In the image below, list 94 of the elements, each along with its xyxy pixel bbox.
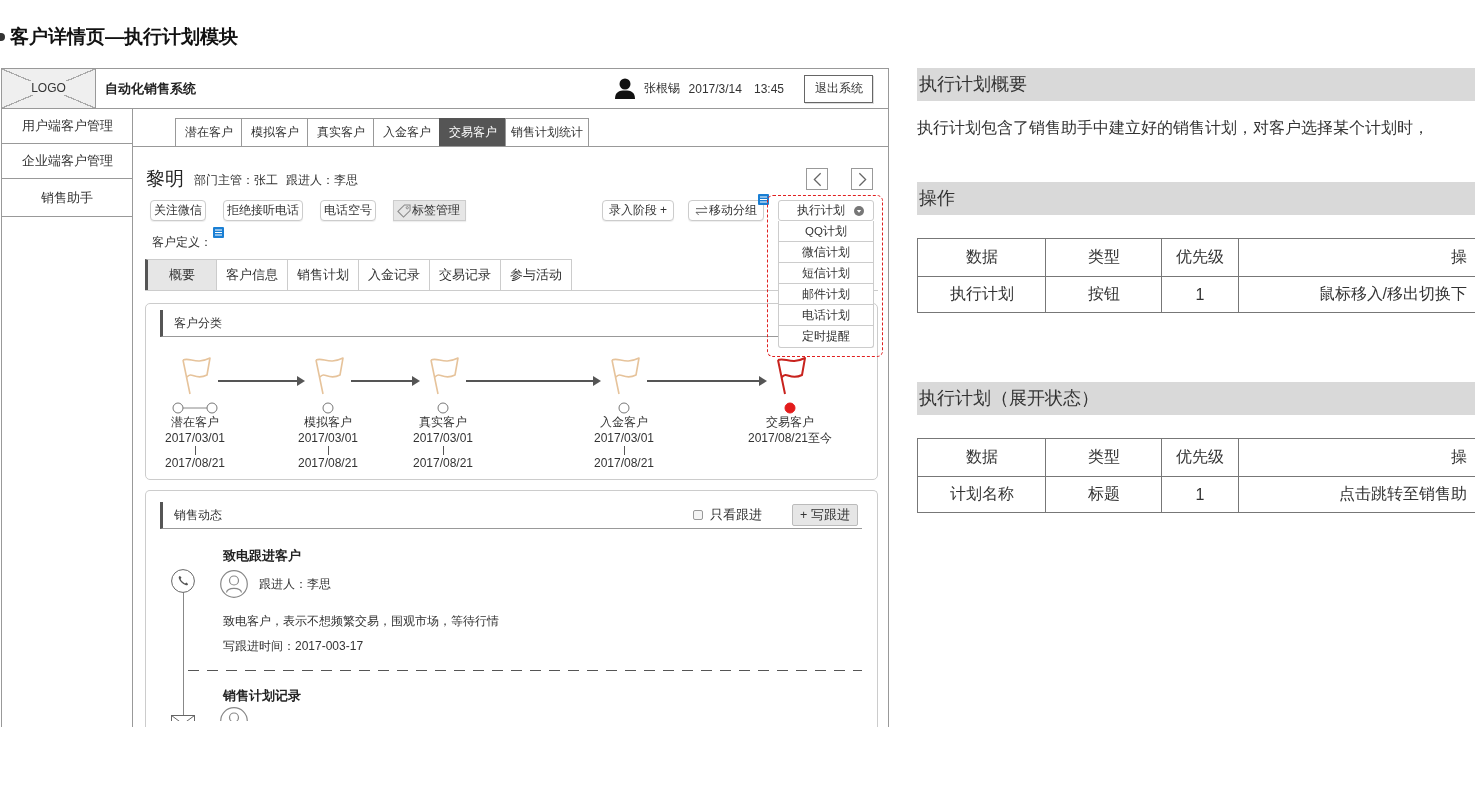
date-text: 2017/3/14 xyxy=(688,81,742,96)
stage-name: 模拟客户 xyxy=(304,414,352,430)
sidebar-item[interactable]: 用户端客户管理 xyxy=(2,109,132,144)
chevron-right-icon xyxy=(857,171,867,187)
action-button[interactable]: 电话空号 xyxy=(320,200,376,221)
stage-date: 2017/08/21 xyxy=(412,455,474,471)
detail-tab[interactable]: 入金记录 xyxy=(359,259,430,290)
logout-button[interactable]: 退出系统 xyxy=(804,74,873,103)
column-header: 数据 xyxy=(917,438,1046,477)
section-heading: 执行计划（展开状态） xyxy=(917,382,1475,415)
detail-tab[interactable]: 参与活动 xyxy=(501,259,572,290)
system-name: 自动化销售系统 xyxy=(105,79,196,98)
table-cell: 1 xyxy=(1161,276,1239,313)
entry-title: 销售计划记录 xyxy=(223,688,302,704)
stage-date: 2017/08/21 xyxy=(164,455,226,471)
entry-note: 致电客户，表示不想频繁交易，围观市场，等待行情 xyxy=(223,613,500,629)
date-connector-line xyxy=(623,446,625,455)
detail-tab[interactable]: 交易记录 xyxy=(430,259,501,290)
dropdown-item[interactable]: 定时提醒 xyxy=(779,326,873,347)
section-heading: 操作 xyxy=(917,182,1475,215)
checkbox[interactable] xyxy=(693,510,703,520)
detail-tab[interactable]: 概要 xyxy=(145,259,217,290)
avatar-icon xyxy=(220,570,248,598)
table-cell: 1 xyxy=(1161,476,1239,513)
tag-icon xyxy=(397,203,411,218)
avatar-icon xyxy=(220,707,248,721)
dropdown-item[interactable]: 电话计划 xyxy=(779,305,873,326)
envelope-icon xyxy=(171,715,195,721)
dropdown-item[interactable]: QQ计划 xyxy=(779,221,873,242)
action-button[interactable]: 移动分组 xyxy=(688,200,764,221)
stage-date: 2017/03/01 xyxy=(164,430,226,446)
write-followup-button[interactable]: + 写跟进 xyxy=(792,504,858,526)
entry-time: 写跟进时间：2017-003-17 xyxy=(223,638,365,654)
follower-label: 跟进人：李思 xyxy=(286,172,358,189)
nav-tab[interactable]: 交易客户 xyxy=(439,118,506,146)
stage-name: 真实客户 xyxy=(419,414,467,430)
action-button[interactable]: 拒绝接听电话 xyxy=(223,200,303,221)
chevron-left-icon xyxy=(812,171,822,187)
column-header: 类型 xyxy=(1045,438,1162,477)
dropdown-item[interactable]: 微信计划 xyxy=(779,242,873,263)
checkbox-label: 只看跟进 xyxy=(710,506,762,524)
column-header: 操 xyxy=(1238,238,1475,277)
nav-tab[interactable]: 销售计划统计 xyxy=(505,118,589,146)
column-header: 数据 xyxy=(917,238,1046,277)
stage-date: 2017/03/01 xyxy=(593,430,655,446)
previous-button[interactable] xyxy=(806,168,828,190)
sidebar-item[interactable]: 销售助手 xyxy=(2,179,132,217)
time-text: 13:45 xyxy=(753,81,784,96)
entry-title: 致电跟进客户 xyxy=(223,548,302,564)
caret-circle-icon xyxy=(853,205,864,216)
action-button[interactable]: 录入阶段 + xyxy=(601,200,674,221)
stage-name: 潜在客户 xyxy=(171,414,219,430)
swap-arrows-icon xyxy=(695,205,708,216)
detail-tab[interactable]: 销售计划 xyxy=(288,259,359,290)
next-button[interactable] xyxy=(851,168,873,190)
dropdown-item[interactable]: 短信计划 xyxy=(779,263,873,284)
user-icon xyxy=(614,78,635,99)
card-title: 销售动态 xyxy=(174,506,222,524)
page-title: 客户详情页—执行计划模块 xyxy=(10,26,238,48)
stage-date: 2017/03/01 xyxy=(412,430,474,446)
stage-name: 入金客户 xyxy=(600,414,648,430)
sidebar-item[interactable]: 企业端客户管理 xyxy=(2,144,132,179)
table-cell: 按钮 xyxy=(1045,276,1162,313)
column-header: 优先级 xyxy=(1161,438,1239,477)
user-name: 张根锡 xyxy=(643,80,680,97)
card-title: 客户分类 xyxy=(174,314,222,332)
action-button[interactable]: 关注微信 xyxy=(150,200,206,221)
table-cell: 标题 xyxy=(1045,476,1162,513)
customer-name: 黎明 xyxy=(146,167,184,191)
stage-date: 2017/08/21至今 xyxy=(747,430,833,446)
stage-name: 交易客户 xyxy=(766,414,814,430)
nav-tab[interactable]: 潜在客户 xyxy=(175,118,242,146)
action-button[interactable]: 标签管理 xyxy=(393,200,466,221)
column-header: 优先级 xyxy=(1161,238,1239,277)
dropdown-item[interactable]: 邮件计划 xyxy=(779,284,873,305)
date-connector-line xyxy=(442,446,444,455)
manager-label: 部门主管：张工 xyxy=(194,172,278,189)
execute-plan-dropdown[interactable]: 执行计划 xyxy=(778,200,874,221)
table-cell: 执行计划 xyxy=(917,276,1046,313)
column-header: 类型 xyxy=(1045,238,1162,277)
section-heading: 执行计划概要 xyxy=(917,68,1475,101)
section-paragraph: 执行计划包含了销售助手中建立好的销售计划，对客户选择某个计划时， xyxy=(917,119,1430,137)
column-header: 操 xyxy=(1238,438,1475,477)
stage-date: 2017/08/21 xyxy=(593,455,655,471)
detail-tab[interactable]: 客户信息 xyxy=(217,259,288,290)
follower-label: 跟进人：李思 xyxy=(259,575,331,593)
stage-date: 2017/03/01 xyxy=(297,430,359,446)
date-connector-line xyxy=(327,446,329,455)
table-cell: 计划名称 xyxy=(917,476,1046,513)
bullet-icon xyxy=(0,33,5,41)
phone-icon xyxy=(171,569,195,593)
stage-date: 2017/08/21 xyxy=(297,455,359,471)
definition-label: 客户定义： xyxy=(152,234,212,250)
date-connector-line xyxy=(194,446,196,455)
